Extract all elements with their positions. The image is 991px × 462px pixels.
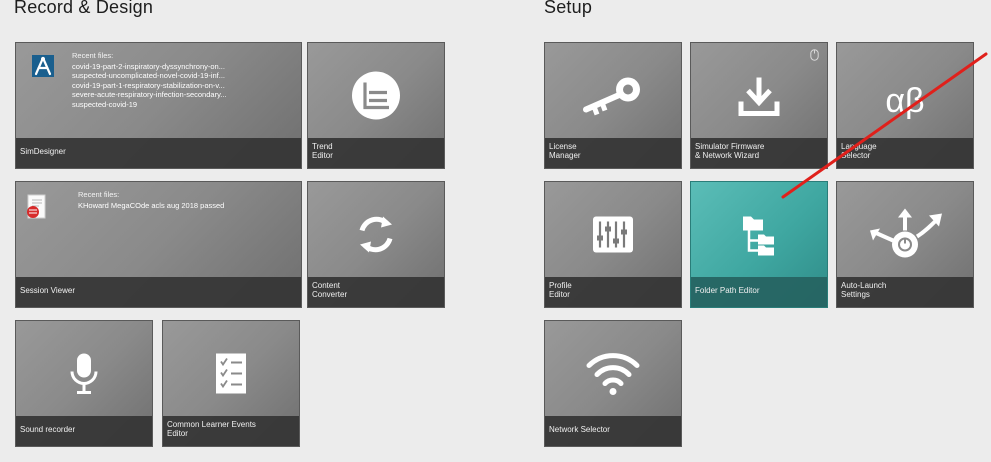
- tile-label: License Manager: [545, 138, 681, 168]
- profile-editor-tile[interactable]: Profile Editor: [544, 181, 682, 308]
- trend-editor-tile[interactable]: Trend Editor: [307, 42, 445, 169]
- tile-label: Language Selector: [837, 138, 973, 168]
- network-selector-tile[interactable]: Network Selector: [544, 320, 682, 447]
- tile-label: Common Learner Events Editor: [163, 416, 299, 446]
- recent-files-heading: Recent files:: [72, 51, 114, 60]
- recent-file-item[interactable]: suspected-covid-19: [72, 100, 295, 110]
- document-icon: [26, 194, 48, 225]
- tile-label: Network Selector: [545, 416, 681, 446]
- download-icon: [737, 74, 781, 123]
- tile-label: Folder Path Editor: [691, 277, 827, 307]
- section-title-record-design: Record & Design: [14, 0, 154, 17]
- recent-file-item[interactable]: KHoward MegaCOde acls aug 2018 passed: [78, 201, 295, 211]
- tile-label: SimDesigner: [16, 138, 301, 168]
- power-launch-icon: [863, 207, 947, 268]
- language-selector-tile[interactable]: αβ Language Selector: [836, 42, 974, 169]
- session-viewer-tile[interactable]: Recent files: KHoward MegaCOde acls aug …: [15, 181, 302, 308]
- recent-file-item[interactable]: covid-19-part-1-respiratory-stabilizatio…: [72, 81, 295, 91]
- recent-file-item[interactable]: suspected-uncomplicated-novel-covid-19-i…: [72, 71, 295, 81]
- microphone-icon: [67, 352, 101, 401]
- recent-file-item[interactable]: covid-19-part-2-inspiratory-dyssynchrony…: [72, 62, 295, 72]
- tile-label: Trend Editor: [308, 138, 444, 168]
- simdesigner-tile[interactable]: Recent files: covid-19-part-2-inspirator…: [15, 42, 302, 169]
- recent-files-heading: Recent files:: [78, 190, 120, 199]
- alpha-beta-icon: αβ: [885, 81, 925, 120]
- wifi-icon: [586, 352, 640, 401]
- session-viewer-recent-files: Recent files: KHoward MegaCOde acls aug …: [78, 190, 295, 210]
- folder-tree-icon: [741, 214, 777, 261]
- content-converter-tile[interactable]: Content Converter: [307, 181, 445, 308]
- tile-label: Auto-Launch Settings: [837, 277, 973, 307]
- tile-label: Profile Editor: [545, 277, 681, 307]
- tile-label: Simulator Firmware & Network Wizard: [691, 138, 827, 168]
- sound-recorder-tile[interactable]: Sound recorder: [15, 320, 153, 447]
- folder-path-editor-tile[interactable]: Folder Path Editor: [690, 181, 828, 308]
- checklist-icon: [213, 352, 249, 401]
- license-manager-tile[interactable]: License Manager: [544, 42, 682, 169]
- simdesigner-recent-files: Recent files: covid-19-part-2-inspirator…: [72, 51, 295, 109]
- trend-chart-icon: [351, 71, 401, 126]
- simulator-firmware-tile[interactable]: Simulator Firmware & Network Wizard: [690, 42, 828, 169]
- tile-label: Content Converter: [308, 277, 444, 307]
- mouse-icon: [810, 48, 819, 66]
- mixer-sliders-icon: [592, 216, 634, 259]
- tile-label: Session Viewer: [16, 277, 301, 307]
- common-learner-events-editor-tile[interactable]: Common Learner Events Editor: [162, 320, 300, 447]
- tile-label: Sound recorder: [16, 416, 152, 446]
- auto-launch-settings-tile[interactable]: Auto-Launch Settings: [836, 181, 974, 308]
- key-icon: [580, 74, 646, 123]
- compass-icon: [32, 55, 54, 82]
- section-title-setup: Setup: [544, 0, 593, 17]
- recent-file-item[interactable]: severe-acute-respiratory-infection-secon…: [72, 90, 295, 100]
- refresh-arrows-icon: [354, 213, 398, 262]
